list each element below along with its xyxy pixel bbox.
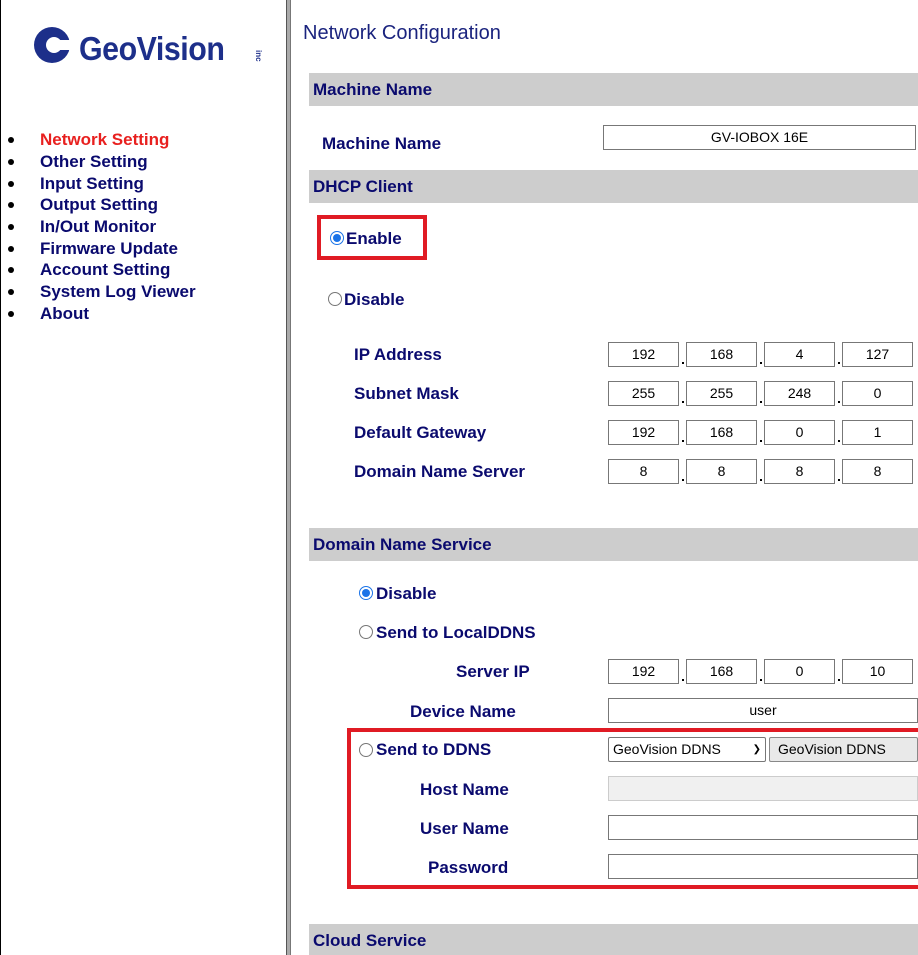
frame-divider[interactable] xyxy=(286,0,291,955)
section-header-domain-name-service: Domain Name Service xyxy=(309,528,918,561)
ip-octet-2[interactable]: 168 xyxy=(686,342,757,367)
ip-octet-4[interactable]: 127 xyxy=(842,342,913,367)
server-ip-label: Server IP xyxy=(456,662,530,681)
ip-address-label: IP Address xyxy=(354,345,442,364)
ip-dot xyxy=(838,679,840,681)
nav-item-label[interactable]: Input Setting xyxy=(40,174,144,194)
ip-dot xyxy=(760,679,762,681)
server-ip-octet-1[interactable]: 192 xyxy=(608,659,679,684)
nav-item-label[interactable]: Other Setting xyxy=(40,152,148,172)
gateway-octet-4[interactable]: 1 xyxy=(842,420,913,445)
ip-dot xyxy=(838,440,840,442)
ip-dot xyxy=(760,401,762,403)
bullet-icon xyxy=(8,180,14,187)
gateway-octet-3[interactable]: 0 xyxy=(764,420,835,445)
ip-octet-1[interactable]: 192 xyxy=(608,342,679,367)
gateway-octet-2[interactable]: 168 xyxy=(686,420,757,445)
machine-name-label: Machine Name xyxy=(322,134,442,153)
nav-item-about[interactable]: About xyxy=(7,298,196,331)
device-name-input[interactable]: user xyxy=(608,698,918,723)
machine-name-input[interactable]: GV-IOBOX 16E xyxy=(603,125,916,150)
bullet-icon xyxy=(8,137,14,144)
left-nav-frame: GeoVision inc Network Setting Other Sett… xyxy=(0,0,288,955)
localddns-label[interactable]: Send to LocalDDNS xyxy=(376,623,536,643)
ip-octet-3[interactable]: 4 xyxy=(764,342,835,367)
ddns-disable-label[interactable]: Disable xyxy=(376,584,436,604)
bullet-icon xyxy=(8,224,14,231)
bullet-icon xyxy=(8,267,14,274)
bullet-icon xyxy=(8,202,14,209)
logo-mark-icon xyxy=(34,27,72,63)
nav-item-label[interactable]: About xyxy=(40,304,89,324)
ip-dot xyxy=(682,440,684,442)
domain-name-server-label: Domain Name Server xyxy=(354,462,526,481)
server-ip-octet-3[interactable]: 0 xyxy=(764,659,835,684)
subnet-octet-1[interactable]: 255 xyxy=(608,381,679,406)
nav-item-label[interactable]: Firmware Update xyxy=(40,239,178,259)
nav-item-label[interactable]: System Log Viewer xyxy=(40,282,196,302)
bullet-icon xyxy=(8,245,14,252)
geovision-logo: GeoVision inc xyxy=(31,22,271,86)
content-frame: Network Configuration Machine Name Machi… xyxy=(292,0,918,955)
subnet-mask-label: Subnet Mask xyxy=(354,384,459,403)
ip-dot xyxy=(682,362,684,364)
ip-dot xyxy=(760,479,762,481)
dhcp-disable-radio[interactable] xyxy=(328,292,342,306)
section-header-dhcp-client: DHCP Client xyxy=(309,170,918,203)
ddns-disable-radio[interactable] xyxy=(359,586,373,600)
page-title: Network Configuration xyxy=(303,22,501,44)
highlight-box-enable xyxy=(317,215,427,260)
subnet-octet-4[interactable]: 0 xyxy=(842,381,913,406)
ip-dot xyxy=(682,679,684,681)
subnet-octet-3[interactable]: 248 xyxy=(764,381,835,406)
nav-item-label[interactable]: Network Setting xyxy=(40,130,169,150)
bullet-icon xyxy=(8,310,14,317)
ip-dot xyxy=(760,362,762,364)
ip-dot xyxy=(838,479,840,481)
dhcp-disable-label[interactable]: Disable xyxy=(344,290,404,310)
subnet-octet-2[interactable]: 255 xyxy=(686,381,757,406)
dns-octet-4[interactable]: 8 xyxy=(842,459,913,484)
nav-menu: Network Setting Other Setting Input Sett… xyxy=(7,124,196,330)
nav-item-label[interactable]: Account Setting xyxy=(40,260,170,280)
logo-text: GeoVision xyxy=(79,30,225,67)
ip-dot xyxy=(838,362,840,364)
section-header-machine-name: Machine Name xyxy=(309,73,918,106)
bullet-icon xyxy=(8,289,14,296)
default-gateway-label: Default Gateway xyxy=(354,423,487,442)
nav-item-label[interactable]: Output Setting xyxy=(40,195,158,215)
ip-dot xyxy=(682,479,684,481)
gateway-octet-1[interactable]: 192 xyxy=(608,420,679,445)
server-ip-octet-4[interactable]: 10 xyxy=(842,659,913,684)
bullet-icon xyxy=(8,159,14,166)
section-header-cloud-service: Cloud Service xyxy=(309,924,918,955)
dns-octet-3[interactable]: 8 xyxy=(764,459,835,484)
nav-item-label[interactable]: In/Out Monitor xyxy=(40,217,156,237)
logo-inc: inc xyxy=(254,50,263,62)
ip-dot xyxy=(760,440,762,442)
ip-dot xyxy=(838,401,840,403)
dns-octet-2[interactable]: 8 xyxy=(686,459,757,484)
localddns-radio[interactable] xyxy=(359,625,373,639)
server-ip-octet-2[interactable]: 168 xyxy=(686,659,757,684)
highlight-box-ddns xyxy=(347,728,918,889)
device-name-label: Device Name xyxy=(410,702,516,721)
dns-octet-1[interactable]: 8 xyxy=(608,459,679,484)
ip-dot xyxy=(682,401,684,403)
